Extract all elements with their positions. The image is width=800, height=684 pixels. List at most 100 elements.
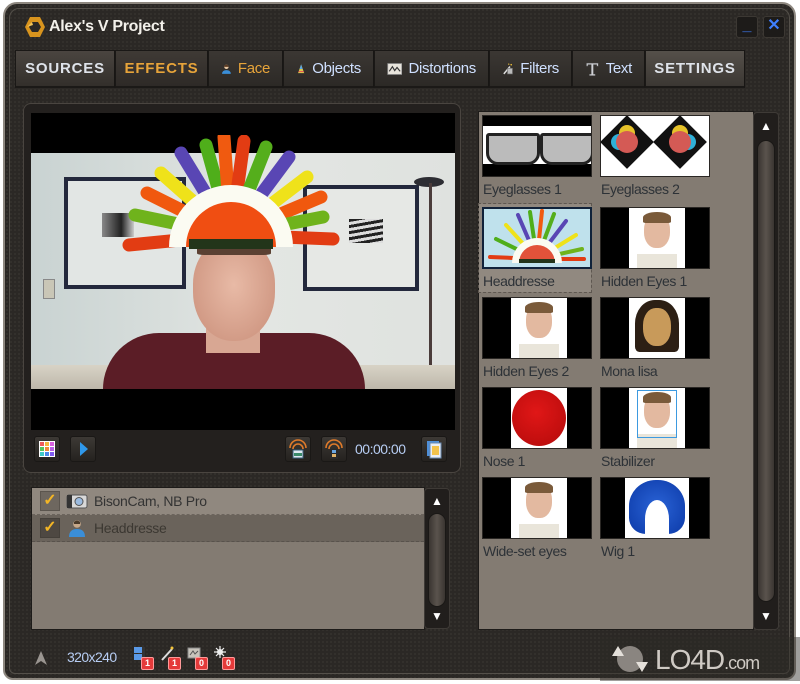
record-video-button[interactable] — [321, 436, 347, 462]
watermark-suffix: .com — [724, 653, 760, 673]
distortion-icon — [387, 62, 403, 75]
tab-label: Filters — [520, 60, 559, 77]
tab-label: SETTINGS — [654, 60, 736, 77]
layer-label: Headdresse — [94, 520, 167, 536]
preview-panel: 00:00:00 — [23, 103, 461, 473]
effect-label: Eyeglasses 2 — [601, 181, 680, 197]
webcam-icon — [66, 494, 88, 509]
scroll-down-arrow[interactable]: ▼ — [754, 607, 778, 625]
effect-headdresse[interactable]: Headdresse — [478, 203, 592, 293]
effect-thumbnail — [600, 297, 710, 359]
tab-settings[interactable]: SETTINGS — [645, 50, 745, 88]
effect-label: Wig 1 — [601, 543, 635, 559]
text-t-icon — [586, 62, 599, 76]
play-button[interactable] — [70, 436, 96, 462]
tab-distortions[interactable]: Distortions — [374, 50, 489, 88]
tab-sources[interactable]: SOURCES — [15, 50, 115, 88]
effect-thumbnail — [600, 477, 710, 539]
layer-item[interactable]: ✓ Headdresse — [32, 515, 424, 542]
effect-thumbnail — [600, 115, 710, 177]
wall-picture — [349, 219, 383, 243]
effect-label: Stabilizer — [601, 453, 655, 469]
tab-label: EFFECTS — [124, 60, 199, 77]
tab-face[interactable]: Face — [208, 50, 283, 88]
effect-nose-1[interactable]: Nose 1 — [479, 384, 592, 472]
scroll-up-arrow[interactable]: ▲ — [754, 117, 778, 135]
effect-stabilizer[interactable]: Stabilizer — [597, 384, 710, 472]
antenna-icon — [35, 651, 47, 665]
close-button[interactable]: ✕ — [763, 16, 785, 38]
grid-button[interactable] — [34, 436, 60, 462]
tab-label: SOURCES — [25, 60, 105, 77]
watermark-text: LO4D.com — [655, 644, 760, 676]
title-bar[interactable]: Alex's V Project _ ✕ — [5, 4, 794, 48]
magic-wand-icon — [503, 62, 513, 74]
effect-hidden-eyes-2[interactable]: Hidden Eyes 2 — [479, 294, 592, 382]
window-title: Alex's V Project — [49, 18, 165, 35]
effect-label: Nose 1 — [483, 453, 525, 469]
effects-grid: Eyeglasses 1 Eyeglasses 2 Headdresse Hid… — [478, 111, 754, 630]
scroll-down-arrow[interactable]: ▼ — [425, 607, 449, 625]
headdress-overlay — [122, 135, 340, 252]
count-badge: 0 — [195, 657, 208, 670]
effect-eyeglasses-2[interactable]: Eyeglasses 2 — [597, 112, 710, 200]
effect-thumbnail — [482, 387, 592, 449]
distortions-counter: 0 — [187, 646, 209, 670]
grid-icon — [39, 441, 55, 457]
effect-thumbnail — [600, 207, 710, 269]
timecode: 00:00:00 — [355, 441, 406, 457]
layer-label: BisonCam, NB Pro — [94, 493, 207, 509]
light-switch — [43, 279, 55, 299]
effect-label: Hidden Eyes 1 — [601, 273, 687, 289]
effect-label: Mona lisa — [601, 363, 658, 379]
effect-eyeglasses-1[interactable]: Eyeglasses 1 — [479, 112, 592, 200]
scrollbar-thumb[interactable] — [757, 140, 775, 602]
watermark: LO4D.com — [600, 637, 800, 681]
effect-label: Headdresse — [483, 273, 555, 289]
effects-scrollbar[interactable]: ▲ ▼ — [753, 112, 779, 630]
resolution-readout: 320x240 — [67, 649, 117, 665]
snapshot-icon — [289, 439, 307, 459]
effect-hidden-eyes-1[interactable]: Hidden Eyes 1 — [597, 204, 710, 292]
gallery-button[interactable] — [421, 436, 447, 462]
tab-label: Text — [605, 60, 633, 77]
video-preview[interactable] — [31, 113, 455, 430]
layer-list-scrollbar[interactable]: ▲ ▼ — [424, 488, 450, 629]
record-video-icon — [325, 439, 343, 459]
effects-counter: 1 — [160, 646, 182, 670]
effect-thumbnail — [482, 297, 592, 359]
layer-checkbox[interactable]: ✓ — [40, 518, 60, 538]
tab-objects[interactable]: Objects — [283, 50, 374, 88]
effect-wide-set-eyes[interactable]: Wide-set eyes — [479, 474, 592, 562]
minimize-button[interactable]: _ — [736, 16, 758, 38]
layer-item[interactable]: ✓ BisonCam, NB Pro — [32, 488, 424, 515]
play-icon — [80, 442, 88, 456]
tab-effects[interactable]: EFFECTS — [115, 50, 208, 88]
effect-thumbnail — [482, 207, 592, 269]
count-badge: 1 — [141, 657, 154, 670]
tab-filters[interactable]: Filters — [489, 50, 572, 88]
scroll-up-arrow[interactable]: ▲ — [425, 492, 449, 510]
snapshot-button[interactable] — [285, 436, 311, 462]
party-hat-icon — [298, 63, 305, 73]
effect-label: Hidden Eyes 2 — [483, 363, 569, 379]
app-window: Alex's V Project _ ✕ SOURCES EFFECTS Fac… — [3, 2, 796, 680]
sources-counter: 1 — [133, 646, 155, 670]
effect-wig-1[interactable]: Wig 1 — [597, 474, 710, 562]
effect-thumbnail — [600, 387, 710, 449]
watermark-brand: LO4D — [655, 644, 725, 675]
layer-list: ✓ BisonCam, NB Pro ✓ Headdresse — [31, 487, 425, 630]
effect-mona-lisa[interactable]: Mona lisa — [597, 294, 710, 382]
effect-thumbnail — [482, 477, 592, 539]
layer-checkbox[interactable]: ✓ — [40, 491, 60, 511]
effect-thumbnail — [482, 115, 592, 177]
scrollbar-thumb[interactable] — [428, 513, 446, 607]
tab-text[interactable]: Text — [572, 50, 645, 88]
count-badge: 1 — [168, 657, 181, 670]
preview-controls: 00:00:00 — [31, 436, 453, 464]
app-logo-icon — [25, 17, 45, 37]
tab-label: Objects — [312, 60, 361, 77]
effect-label: Eyeglasses 1 — [483, 181, 562, 197]
person-icon — [69, 520, 85, 537]
person-icon — [222, 64, 231, 74]
